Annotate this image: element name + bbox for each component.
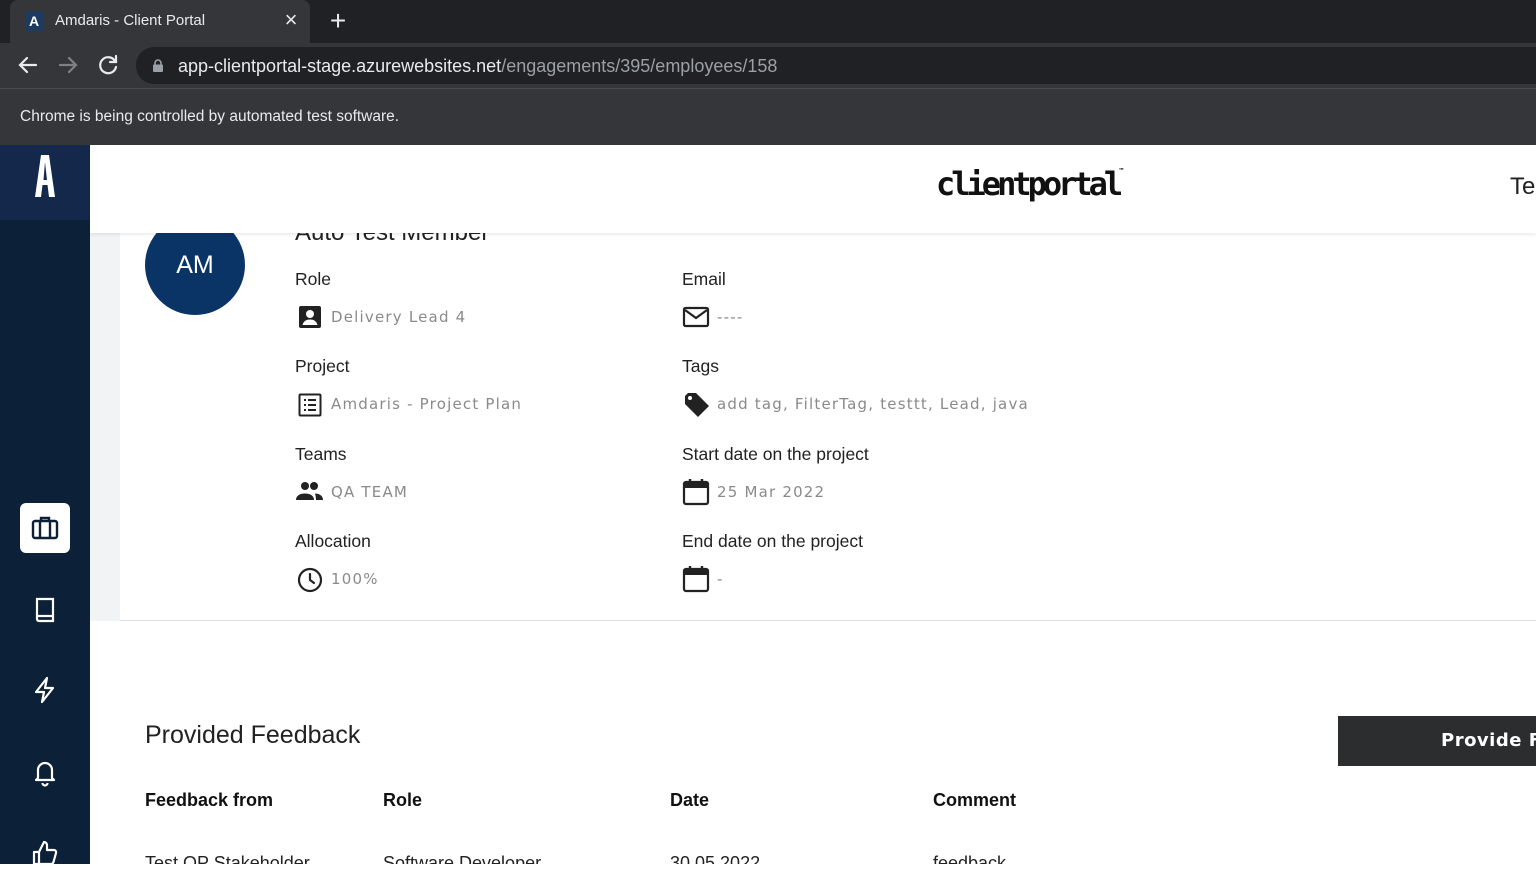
url-text: app-clientportal-stage.azurewebsites.net… bbox=[178, 56, 778, 76]
allocation-value: 100% bbox=[331, 570, 379, 588]
project-label: Project bbox=[295, 356, 350, 376]
member-name: Auto Test Member bbox=[295, 233, 489, 247]
header-user-name[interactable]: Te bbox=[1510, 173, 1535, 201]
table-cell-feedback-from: Test QP Stakeholder bbox=[145, 853, 310, 864]
clientportal-logo[interactable]: clientportal™ bbox=[936, 165, 1123, 203]
bell-icon bbox=[34, 761, 56, 787]
provide-feedback-button[interactable]: Provide Feedback bbox=[1338, 716, 1536, 766]
app-header: clientportal™ Te bbox=[90, 145, 1536, 233]
browser-tab[interactable]: A Amdaris - Client Portal × bbox=[10, 0, 310, 43]
table-cell-comment: feedback bbox=[933, 853, 1007, 864]
mail-icon bbox=[682, 306, 710, 328]
start-date-label: Start date on the project bbox=[682, 444, 869, 464]
tags-label: Tags bbox=[682, 356, 719, 376]
sidebar-item-documents[interactable] bbox=[20, 585, 70, 635]
feedback-section-title: Provided Feedback bbox=[145, 721, 361, 749]
lightning-icon bbox=[34, 676, 55, 704]
project-value: Amdaris - Project Plan bbox=[331, 395, 523, 413]
teams-label: Teams bbox=[295, 444, 347, 464]
sidebar-item-activity[interactable] bbox=[20, 665, 70, 715]
back-icon[interactable] bbox=[14, 51, 42, 79]
clock-icon bbox=[297, 567, 323, 593]
people-icon bbox=[296, 482, 323, 500]
tag-icon bbox=[685, 393, 709, 417]
calendar-icon bbox=[682, 566, 710, 593]
card-edge bbox=[90, 233, 120, 621]
calendar-icon bbox=[682, 479, 710, 506]
role-value: Delivery Lead 4 bbox=[331, 308, 467, 326]
book-icon bbox=[35, 597, 55, 623]
infobar-text: Chrome is being controlled by automated … bbox=[20, 108, 400, 125]
browser-toolbar: app-clientportal-stage.azurewebsites.net… bbox=[0, 43, 1536, 88]
account-box-icon bbox=[299, 306, 321, 328]
table-cell-role: Software Developer bbox=[383, 853, 542, 864]
column-header-role[interactable]: Role bbox=[383, 790, 422, 811]
forward-icon[interactable] bbox=[54, 51, 82, 79]
end-date-value: - bbox=[717, 570, 724, 588]
new-tab-icon[interactable]: + bbox=[325, 7, 351, 35]
tab-title: Amdaris - Client Portal bbox=[55, 12, 206, 29]
amdaris-logo-icon bbox=[35, 155, 55, 197]
main-content: AM Auto Test Member Role Delivery Lead 4… bbox=[90, 233, 1536, 864]
close-tab-icon[interactable]: × bbox=[280, 9, 302, 31]
section-divider bbox=[120, 620, 1536, 621]
avatar: AM bbox=[145, 233, 245, 315]
automation-infobar: Chrome is being controlled by automated … bbox=[0, 88, 1536, 145]
table-cell-date: 30.05.2022 bbox=[670, 853, 761, 864]
end-date-label: End date on the project bbox=[682, 531, 863, 551]
amdaris-logo[interactable] bbox=[0, 145, 90, 220]
favicon-icon: A bbox=[25, 11, 43, 31]
email-label: Email bbox=[682, 269, 726, 289]
sidebar-item-engagements[interactable] bbox=[20, 503, 70, 553]
column-header-feedback-from[interactable]: Feedback from bbox=[145, 790, 273, 811]
reload-icon[interactable] bbox=[94, 51, 122, 79]
sidebar-item-notifications[interactable] bbox=[20, 747, 70, 797]
role-label: Role bbox=[295, 269, 331, 289]
browser-tabbar: A Amdaris - Client Portal × + bbox=[0, 0, 1536, 43]
sidebar bbox=[0, 145, 90, 866]
column-header-date[interactable]: Date bbox=[670, 790, 709, 811]
briefcase-icon bbox=[31, 516, 59, 540]
address-bar[interactable]: app-clientportal-stage.azurewebsites.net… bbox=[136, 47, 1536, 84]
tags-value: add tag, FilterTag, testtt, Lead, java bbox=[717, 395, 1029, 413]
email-value: ---- bbox=[717, 308, 744, 326]
lock-icon bbox=[153, 59, 163, 72]
column-header-comment[interactable]: Comment bbox=[933, 790, 1016, 811]
list-icon bbox=[298, 393, 322, 417]
sidebar-item-feedback[interactable] bbox=[20, 828, 70, 878]
start-date-value: 25 Mar 2022 bbox=[717, 483, 826, 501]
allocation-label: Allocation bbox=[295, 531, 371, 551]
teams-value: QA TEAM bbox=[331, 483, 409, 501]
